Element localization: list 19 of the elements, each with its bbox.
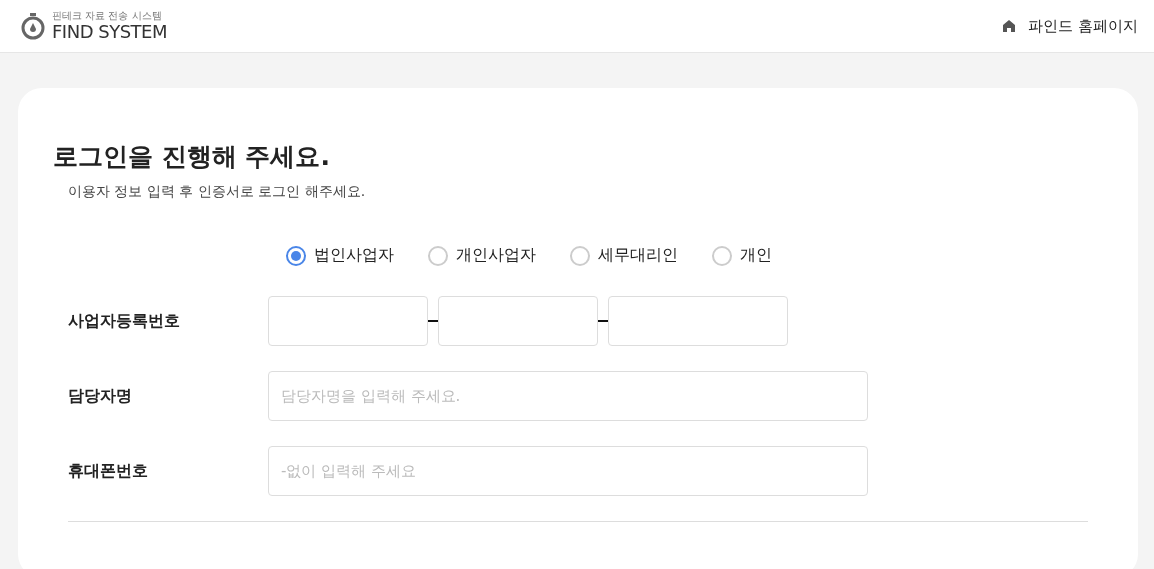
input-field[interactable] bbox=[608, 296, 788, 346]
homepage-link[interactable]: 파인드 홈페이지 bbox=[1002, 16, 1138, 36]
input-field[interactable] bbox=[438, 296, 598, 346]
input-field[interactable] bbox=[268, 296, 428, 346]
input-field[interactable]: -없이 입력해 주세요 bbox=[268, 446, 868, 496]
user-type-radio[interactable]: 법인사업자 bbox=[286, 245, 394, 266]
home-icon bbox=[1002, 19, 1017, 33]
field-label: 휴대폰번호 bbox=[68, 460, 149, 482]
user-type-radio[interactable]: 세무대리인 bbox=[570, 245, 678, 266]
user-type-radio[interactable]: 개인사업자 bbox=[428, 245, 536, 266]
page-subtitle: 이용자 정보 입력 후 인증서로 로그인 해주세요. bbox=[68, 183, 367, 201]
user-type-radio[interactable]: 개인 bbox=[712, 245, 772, 266]
stopwatch-icon bbox=[20, 12, 46, 40]
logo-subtitle: 핀테크 자료 전송 시스템 bbox=[52, 11, 163, 21]
page-title: 로그인을 진행해 주세요. bbox=[53, 141, 331, 173]
field-label: 사업자등록번호 bbox=[68, 310, 181, 332]
input-field[interactable]: 담당자명을 입력해 주세요. bbox=[268, 371, 868, 421]
logo-title: FIND SYSTEM bbox=[52, 23, 167, 41]
field-label: 담당자명 bbox=[68, 385, 133, 407]
